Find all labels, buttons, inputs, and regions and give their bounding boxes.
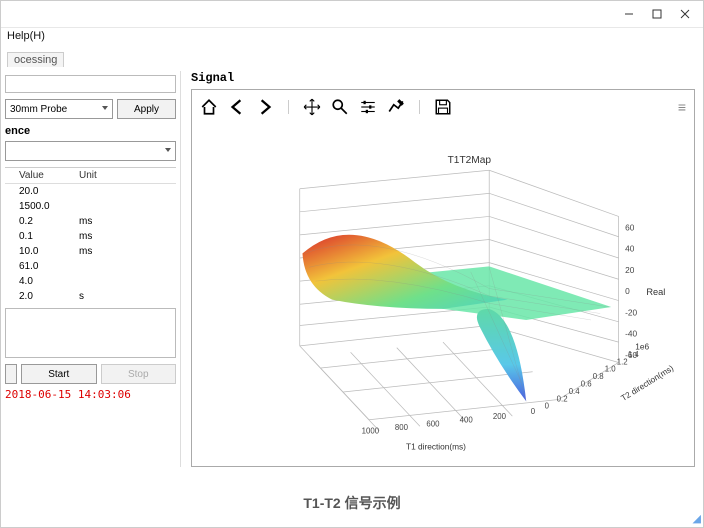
svg-text:0.4: 0.4 — [569, 387, 581, 396]
signal-title: Signal — [191, 71, 695, 85]
svg-text:0.2: 0.2 — [557, 394, 568, 403]
prev-button[interactable] — [5, 364, 17, 384]
sequence-title: ence — [5, 125, 176, 137]
svg-text:-40: -40 — [625, 329, 637, 339]
svg-text:1.0: 1.0 — [605, 365, 617, 374]
plot-frame: ≡ T1T2Map — [191, 89, 695, 467]
toolbar-menu-icon[interactable]: ≡ — [678, 99, 686, 115]
y-axis-label: T2 direction(ms) — [619, 363, 675, 403]
apply-button[interactable]: Apply — [117, 99, 176, 119]
menu-bar: Help(H) — [1, 28, 703, 52]
tab-processing[interactable]: ocessing — [7, 52, 64, 67]
pan-icon[interactable] — [303, 98, 321, 116]
svg-text:0: 0 — [531, 407, 536, 416]
zoom-icon[interactable] — [331, 98, 349, 116]
menu-help[interactable]: Help(H) — [7, 30, 45, 42]
svg-text:60: 60 — [625, 222, 635, 232]
configure-icon[interactable] — [359, 98, 377, 116]
edit-chart-icon[interactable] — [387, 98, 405, 116]
title-bar — [1, 1, 703, 28]
svg-text:200: 200 — [493, 412, 507, 421]
svg-text:0.6: 0.6 — [581, 380, 593, 389]
svg-text:600: 600 — [426, 419, 440, 428]
figure-caption: T1-T2 信号示例 — [1, 493, 703, 513]
chart-title: T1T2Map — [448, 155, 492, 166]
resize-handle-icon[interactable]: ◢ — [693, 512, 701, 525]
col-value: Value — [5, 170, 79, 181]
svg-text:40: 40 — [625, 244, 635, 254]
svg-text:20: 20 — [625, 265, 635, 275]
home-icon[interactable] — [200, 98, 218, 116]
maximize-button[interactable] — [643, 5, 671, 23]
minimize-button[interactable] — [615, 5, 643, 23]
svg-text:800: 800 — [395, 423, 409, 432]
app-window: Help(H) ocessing 30mm Probe Apply ence V… — [0, 0, 704, 528]
table-row: 61.0 — [5, 259, 176, 274]
table-row: 1500.0 — [5, 199, 176, 214]
svg-text:1.2: 1.2 — [617, 357, 628, 366]
svg-text:1000: 1000 — [362, 427, 380, 436]
back-icon[interactable] — [228, 98, 246, 116]
forward-icon[interactable] — [256, 98, 274, 116]
table-row: 4.0 — [5, 274, 176, 289]
config-field[interactable] — [5, 75, 176, 93]
table-row: 2.0s — [5, 289, 176, 304]
log-box — [5, 308, 176, 358]
right-panel: Signal ≡ — [191, 71, 695, 467]
save-icon[interactable] — [434, 98, 452, 116]
z-axis-label: Real — [646, 287, 665, 297]
sequence-select[interactable] — [5, 141, 176, 161]
param-table: Value Unit 20.0 1500.0 0.2ms 0.1ms 10.0m… — [5, 167, 176, 304]
svg-text:0: 0 — [625, 286, 630, 296]
timestamp: 2018-06-15 14:03:06 — [5, 388, 176, 401]
y-axis-scale: 1e6 — [635, 342, 649, 352]
svg-text:0: 0 — [545, 402, 550, 411]
table-row: 10.0ms — [5, 244, 176, 259]
start-button[interactable]: Start — [21, 364, 97, 384]
svg-text:400: 400 — [460, 416, 474, 425]
left-panel: 30mm Probe Apply ence Value Unit 20.0 15… — [1, 71, 181, 467]
stop-button[interactable]: Stop — [101, 364, 177, 384]
close-button[interactable] — [671, 5, 699, 23]
table-row: 20.0 — [5, 184, 176, 199]
probe-select[interactable]: 30mm Probe — [5, 99, 113, 119]
x-axis-label: T1 direction(ms) — [406, 441, 466, 451]
surface-chart[interactable]: T1T2Map — [192, 124, 694, 466]
col-unit: Unit — [79, 170, 134, 181]
plot-toolbar: ≡ — [200, 96, 686, 118]
table-row: 0.1ms — [5, 229, 176, 244]
table-row: 0.2ms — [5, 214, 176, 229]
svg-text:-20: -20 — [625, 307, 637, 317]
svg-text:0.8: 0.8 — [593, 372, 605, 381]
